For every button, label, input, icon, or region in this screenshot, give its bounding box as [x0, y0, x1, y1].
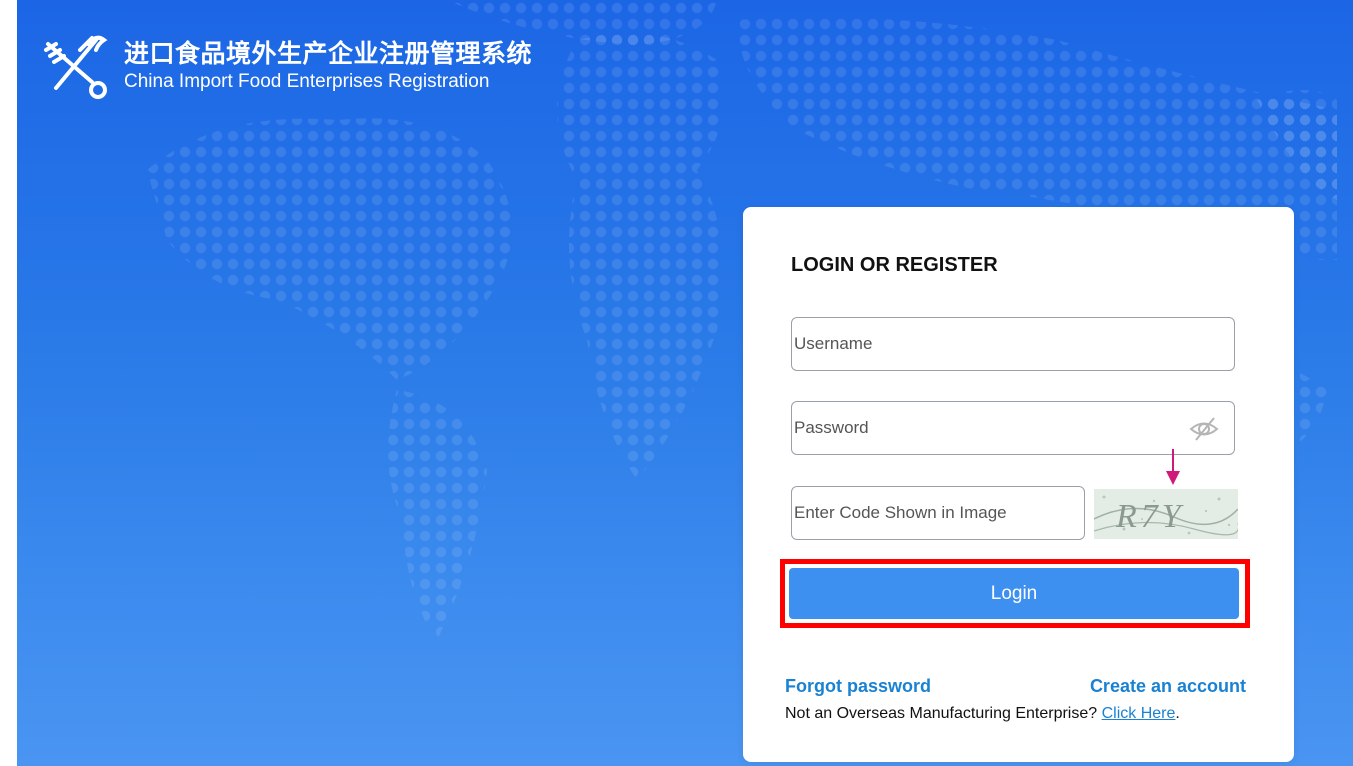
- account-links: Forgot password Create an account: [785, 676, 1246, 700]
- captcha-image[interactable]: R7Y: [1094, 489, 1238, 539]
- username-input[interactable]: [794, 318, 1192, 370]
- forgot-password-link[interactable]: Forgot password: [785, 676, 931, 697]
- create-account-link[interactable]: Create an account: [1090, 676, 1246, 697]
- captcha-input[interactable]: [794, 487, 1057, 539]
- non-overseas-note: Not an Overseas Manufacturing Enterprise…: [785, 705, 1180, 723]
- caduceus-key-logo-icon: [44, 35, 108, 99]
- click-here-link[interactable]: Click Here: [1102, 705, 1176, 722]
- captcha-field: [791, 486, 1085, 540]
- captcha-text: R7Y: [1115, 498, 1185, 535]
- login-heading: LOGIN OR REGISTER: [791, 254, 998, 276]
- arrow-down-icon: [1166, 449, 1180, 485]
- app-title-chinese: 进口食品境外生产企业注册管理系统: [124, 39, 533, 68]
- site-header: 进口食品境外生产企业注册管理系统 China Import Food Enter…: [40, 30, 532, 102]
- eye-slash-icon[interactable]: [1188, 416, 1220, 442]
- header-titles: 进口食品境外生产企业注册管理系统 China Import Food Enter…: [124, 39, 532, 94]
- note-end: .: [1175, 705, 1180, 722]
- note-text: Not an Overseas Manufacturing Enterprise…: [785, 705, 1102, 722]
- app-title-english: China Import Food Enterprises Registrati…: [124, 70, 490, 92]
- password-input[interactable]: [794, 402, 1192, 454]
- login-card: LOGIN OR REGISTER R: [743, 207, 1294, 762]
- login-button[interactable]: Login: [789, 568, 1239, 619]
- username-field: [791, 317, 1235, 371]
